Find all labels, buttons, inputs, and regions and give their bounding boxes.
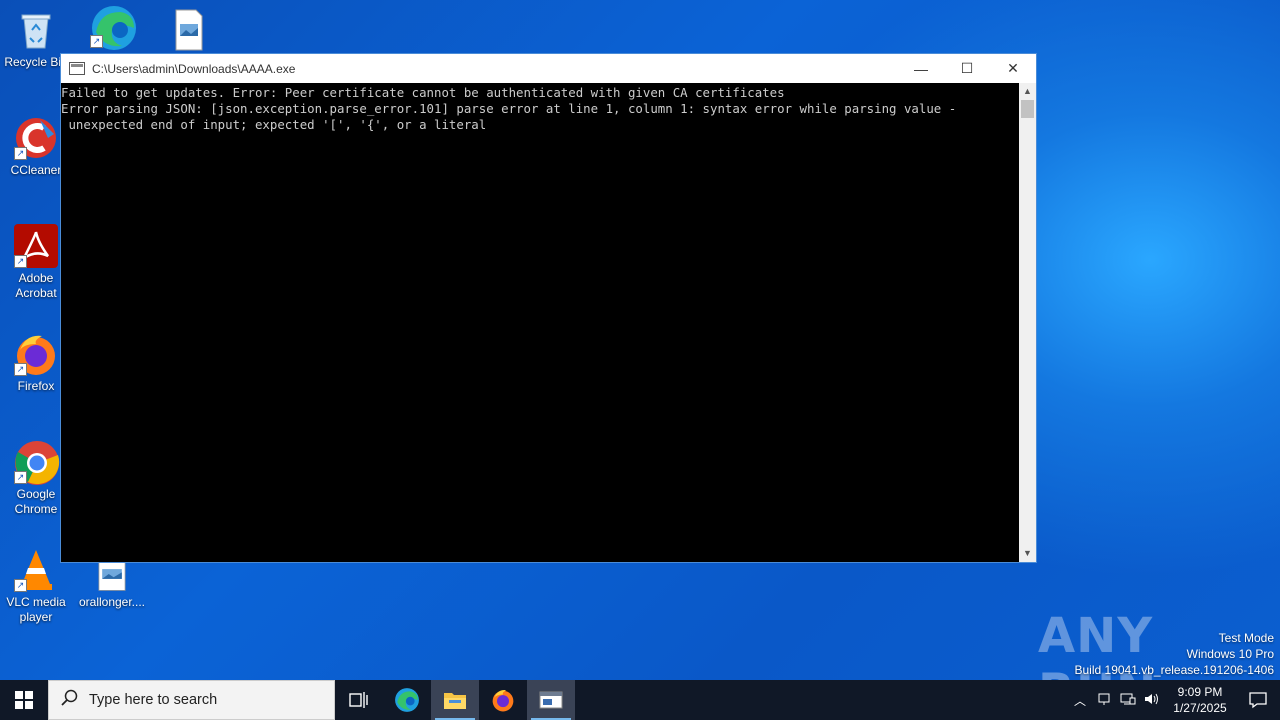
taskbar-console-app[interactable] [527,680,575,720]
task-view-button[interactable] [335,680,383,720]
taskbar-clock[interactable]: 9:09 PM 1/27/2025 [1164,684,1236,716]
task-view-icon [349,692,368,708]
taskbar-file-explorer[interactable] [431,680,479,720]
notification-center-button[interactable] [1236,691,1280,709]
shortcut-arrow-icon: ↗ [14,255,27,268]
chrome-icon: ↗ [14,440,60,485]
desktop-icon-label: orallonger.... [78,595,146,609]
notification-icon [1249,692,1267,709]
minimize-button[interactable]: — [898,54,944,83]
image-file-icon [166,8,210,52]
edge-icon: ↗ [90,4,136,50]
vlc-icon: ↗ [14,548,58,592]
taskbar: Type here to search ︿ 9:09 PM 1/27/2025 [0,680,1280,720]
console-line: Failed to get updates. Error: Peer certi… [61,85,785,100]
chevron-up-icon[interactable]: ︿ [1068,692,1092,709]
network-icon[interactable] [1116,692,1140,709]
clock-time: 9:09 PM [1177,685,1223,699]
taskbar-edge[interactable] [383,680,431,720]
start-button[interactable] [0,680,48,720]
desktop-icon-edge[interactable]: ↗ [76,4,148,51]
console-line: unexpected end of input; expected '[', '… [61,117,487,132]
scroll-down-icon[interactable]: ▼ [1019,545,1036,562]
volume-icon[interactable] [1140,692,1164,709]
console-window[interactable]: C:\Users\admin\Downloads\AAAA.exe — ☐ ✕ … [60,53,1037,563]
acrobat-icon: ↗ [14,224,58,268]
console-app-icon [539,691,563,709]
search-icon [61,689,81,712]
clock-date: 1/27/2025 [1173,701,1227,715]
firefox-icon [492,690,514,712]
shortcut-arrow-icon: ↗ [90,35,103,48]
shortcut-arrow-icon: ↗ [14,147,27,160]
desktop-icon-image-file[interactable] [152,8,224,55]
scroll-up-icon[interactable]: ▲ [1019,83,1036,100]
shortcut-arrow-icon: ↗ [14,363,27,376]
maximize-button[interactable]: ☐ [944,54,990,83]
shortcut-arrow-icon: ↗ [14,471,27,484]
ccleaner-icon: ↗ [14,116,58,160]
console-output[interactable]: Failed to get updates. Error: Peer certi… [61,83,1019,562]
windows-watermark: Test Mode Windows 10 Pro Build 19041.vb_… [1074,631,1275,677]
network-device-icon[interactable] [1092,692,1116,709]
windows-logo-icon [15,691,33,709]
console-line: Error parsing JSON: [json.exception.pars… [61,101,957,116]
search-placeholder: Type here to search [89,692,218,708]
desktop-icon-image-file[interactable]: orallonger.... [76,556,148,610]
desktop-icon-label: VLC media player [6,595,66,624]
console-app-icon[interactable] [69,62,85,75]
window-titlebar[interactable]: C:\Users\admin\Downloads\AAAA.exe — ☐ ✕ [61,54,1036,83]
edge-icon [395,688,419,712]
vertical-scrollbar[interactable]: ▲ ▼ [1019,83,1036,562]
shortcut-arrow-icon: ↗ [14,579,27,592]
recycle-bin-icon [14,8,58,52]
firefox-icon: ↗ [14,332,58,376]
scrollbar-thumb[interactable] [1021,100,1034,118]
system-tray: ︿ 9:09 PM 1/27/2025 [1068,680,1280,720]
taskbar-firefox[interactable] [479,680,527,720]
close-button[interactable]: ✕ [990,54,1036,83]
window-title: C:\Users\admin\Downloads\AAAA.exe [92,61,296,76]
taskbar-search-box[interactable]: Type here to search [48,680,335,720]
folder-icon [444,693,466,709]
